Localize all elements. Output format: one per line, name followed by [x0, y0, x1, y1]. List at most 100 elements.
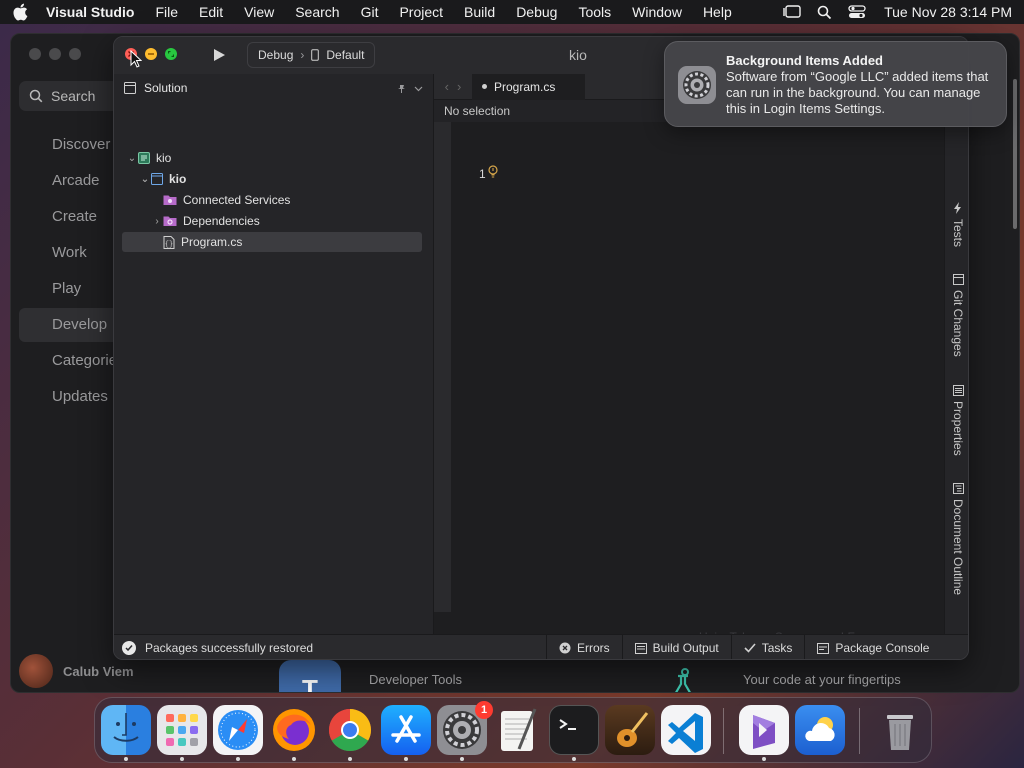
- menu-clock[interactable]: Tue Nov 28 3:14 PM: [884, 4, 1012, 20]
- chevron-down-icon[interactable]: ⌄: [139, 174, 151, 185]
- side-tab-label: Tests: [951, 219, 965, 248]
- menu-git[interactable]: Git: [361, 4, 379, 20]
- horizontal-scrollbar[interactable]: [438, 659, 870, 660]
- menu-window[interactable]: Window: [632, 4, 682, 20]
- spotlight-search-icon[interactable]: [817, 5, 832, 20]
- control-center-icon[interactable]: [848, 5, 866, 19]
- tree-item-dependencies[interactable]: › Dependencies: [151, 211, 421, 231]
- minimize-button[interactable]: [145, 48, 157, 60]
- search-icon: [29, 89, 43, 103]
- tab-tests[interactable]: Tests: [948, 202, 968, 247]
- chrome-icon[interactable]: [325, 705, 375, 755]
- zoom-button[interactable]: [165, 48, 177, 60]
- pad-label: Errors: [577, 641, 610, 655]
- pad-label: Tasks: [761, 641, 793, 655]
- checkmark-icon: [122, 641, 136, 655]
- tree-item-connected-services[interactable]: Connected Services: [163, 190, 423, 210]
- flask-icon: [663, 660, 725, 692]
- launchpad-icon[interactable]: [157, 705, 207, 755]
- tree-label: kio: [156, 151, 172, 165]
- chevron-right-icon[interactable]: ›: [151, 216, 163, 227]
- status-message: Packages successfully restored: [114, 641, 546, 655]
- menu-debug[interactable]: Debug: [516, 4, 557, 20]
- side-tab-label: Document Outline: [951, 499, 965, 596]
- garageband-icon[interactable]: [605, 705, 655, 755]
- firefox-icon[interactable]: [269, 705, 319, 755]
- trash-icon[interactable]: [875, 705, 925, 755]
- selection-label: No selection: [444, 104, 511, 118]
- app-icon: T: [279, 660, 341, 692]
- chevron-down-icon[interactable]: [414, 84, 423, 93]
- device-icon: [311, 49, 320, 61]
- tree-item-program-cs[interactable]: {} Program.cs: [122, 232, 422, 252]
- menu-app-name[interactable]: Visual Studio: [46, 4, 134, 20]
- app-subtitle: Your code at your fingertips: [743, 672, 901, 687]
- running-indicator: [292, 757, 296, 761]
- mouse-cursor-icon: [130, 50, 142, 68]
- dock-separator: [723, 708, 724, 754]
- build-output-pad-button[interactable]: Build Output: [621, 634, 731, 659]
- solution-pad-icon: [124, 82, 136, 94]
- tasks-pad-button[interactable]: Tasks: [730, 634, 805, 659]
- app-store-scrollbar[interactable]: [1013, 79, 1017, 229]
- visual-studio-icon[interactable]: [739, 705, 789, 755]
- pin-icon[interactable]: [397, 84, 406, 93]
- menu-search[interactable]: Search: [295, 4, 339, 20]
- menu-tools[interactable]: Tools: [578, 4, 611, 20]
- properties-icon: [952, 385, 964, 396]
- pad-label: Build Output: [652, 641, 719, 655]
- side-tab-label: Git Changes: [951, 290, 965, 357]
- solution-pad-header: Solution: [114, 74, 433, 102]
- tree-item-solution[interactable]: ⌄ kio: [126, 148, 426, 168]
- app-store-search-field[interactable]: Search: [19, 81, 119, 111]
- textedit-icon[interactable]: [493, 705, 543, 755]
- system-settings-icon[interactable]: 1: [437, 701, 493, 755]
- solution-icon: [138, 152, 150, 164]
- chevron-left-icon[interactable]: ‹: [445, 79, 449, 94]
- menu-view[interactable]: View: [244, 4, 274, 20]
- side-tool-strip: Tests Git Changes Properties Document Ou…: [944, 74, 968, 634]
- menu-help[interactable]: Help: [703, 4, 732, 20]
- tree-item-project[interactable]: ⌄ kio: [139, 169, 429, 189]
- chevron-right-icon[interactable]: ›: [457, 79, 461, 94]
- vscode-icon[interactable]: [661, 705, 711, 755]
- tab-properties[interactable]: Properties: [948, 385, 968, 456]
- safari-icon[interactable]: [213, 705, 263, 755]
- finder-icon[interactable]: [101, 705, 151, 755]
- running-indicator: [762, 757, 766, 761]
- lightning-icon: [953, 202, 963, 214]
- package-console-pad-button[interactable]: Package Console: [804, 634, 941, 659]
- configuration-selector[interactable]: Debug › Default: [247, 42, 376, 68]
- stage-manager-icon[interactable]: [783, 5, 801, 19]
- menu-build[interactable]: Build: [464, 4, 495, 20]
- window-title: kio: [569, 47, 587, 63]
- terminal-icon[interactable]: [549, 705, 599, 755]
- pad-label: Package Console: [835, 641, 930, 655]
- app-store-account[interactable]: Calub Viem: [19, 654, 134, 688]
- running-indicator: [236, 757, 240, 761]
- lightbulb-icon[interactable]: [488, 165, 498, 179]
- menu-file[interactable]: File: [155, 4, 178, 20]
- running-indicator: [180, 757, 184, 761]
- tab-navigation[interactable]: ‹ ›: [434, 79, 472, 94]
- tab-git-changes[interactable]: Git Changes: [948, 274, 968, 357]
- weather-icon[interactable]: [795, 705, 845, 755]
- project-icon: [151, 173, 163, 185]
- tab-program-cs[interactable]: Program.cs: [472, 73, 586, 100]
- app-store-icon[interactable]: [381, 705, 431, 755]
- chevron-down-icon[interactable]: ⌄: [126, 153, 138, 164]
- menu-edit[interactable]: Edit: [199, 4, 223, 20]
- menu-project[interactable]: Project: [399, 4, 443, 20]
- apple-menu-icon[interactable]: [12, 3, 32, 21]
- editor-gutter: [434, 122, 451, 612]
- run-button[interactable]: [212, 48, 226, 62]
- notification-banner[interactable]: Background Items Added Software from “Go…: [664, 41, 1007, 127]
- config-label: Debug: [258, 48, 294, 62]
- dock: 1: [94, 697, 932, 763]
- line-number: 1: [479, 167, 486, 181]
- tab-document-outline[interactable]: Document Outline: [948, 483, 968, 595]
- app-store-traffic-lights[interactable]: [29, 48, 81, 60]
- running-indicator: [348, 757, 352, 761]
- tab-label: Program.cs: [494, 79, 556, 94]
- errors-pad-button[interactable]: Errors: [546, 634, 622, 659]
